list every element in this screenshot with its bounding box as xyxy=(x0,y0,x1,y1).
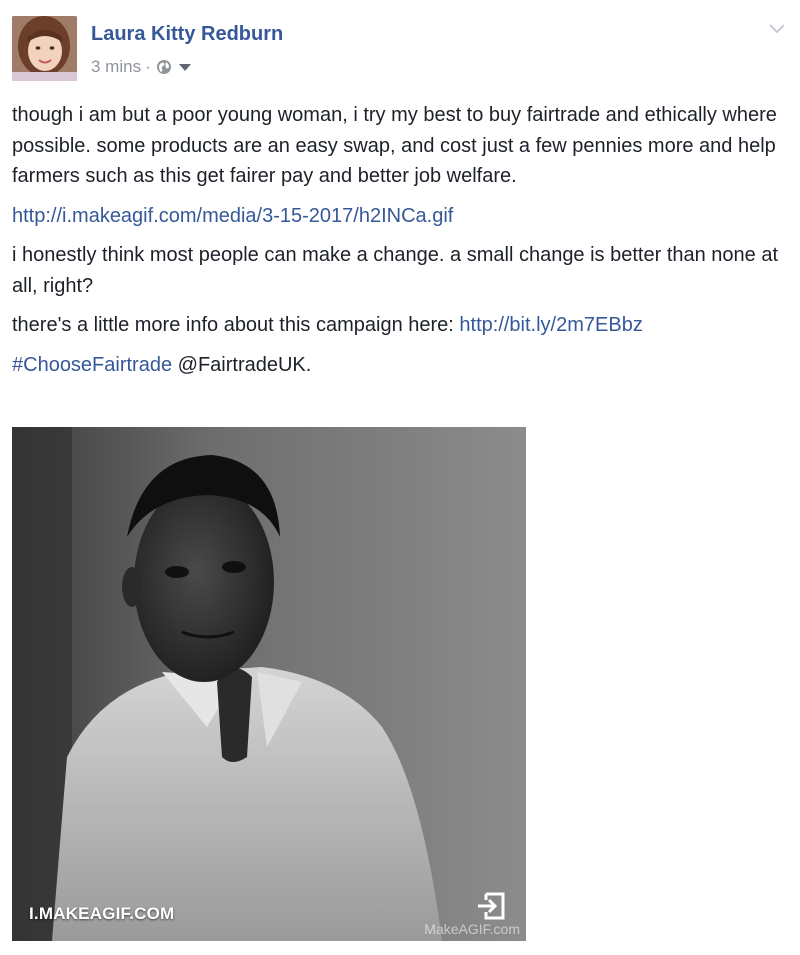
campaign-info-text: there's a little more info about this ca… xyxy=(12,314,460,336)
chevron-down-icon[interactable] xyxy=(768,22,786,34)
post-body: though i am but a poor young woman, i tr… xyxy=(12,100,794,389)
campaign-link[interactable]: http://bit.ly/2m7EBbz xyxy=(459,314,642,336)
gif-preview[interactable]: I.MAKEAGIF.COM MakeAGIF.com xyxy=(12,427,526,941)
author-name[interactable]: Laura Kitty Redburn xyxy=(91,23,283,46)
globe-icon[interactable] xyxy=(156,59,172,75)
gif-source-label: I.MAKEAGIF.COM xyxy=(29,904,175,923)
post-paragraph-link: http://i.makeagif.com/media/3-15-2017/h2… xyxy=(12,201,794,232)
post-paragraph-3: there's a little more info about this ca… xyxy=(12,310,794,341)
meta-separator: · xyxy=(145,57,151,76)
post-header: Laura Kitty Redburn 3 mins · xyxy=(12,16,790,86)
post-meta: 3 mins · xyxy=(91,57,192,77)
caret-down-icon[interactable] xyxy=(178,62,192,72)
gif-link[interactable]: http://i.makeagif.com/media/3-15-2017/h2… xyxy=(12,205,453,227)
avatar[interactable] xyxy=(12,16,77,81)
mention-text: @FairtradeUK. xyxy=(172,353,312,376)
post-paragraph-tags: #ChooseFairtrade @FairtradeUK. xyxy=(12,350,794,381)
portrait-photo xyxy=(12,427,526,941)
makeagif-watermark: MakeAGIF.com xyxy=(424,921,520,937)
post-paragraph-2: i honestly think most people can make a … xyxy=(12,244,779,297)
open-external-icon[interactable] xyxy=(476,891,506,921)
post-paragraph-1: though i am but a poor young woman, i tr… xyxy=(12,104,777,187)
post-time[interactable]: 3 mins xyxy=(91,57,141,77)
hashtag-link[interactable]: #ChooseFairtrade xyxy=(12,354,172,376)
